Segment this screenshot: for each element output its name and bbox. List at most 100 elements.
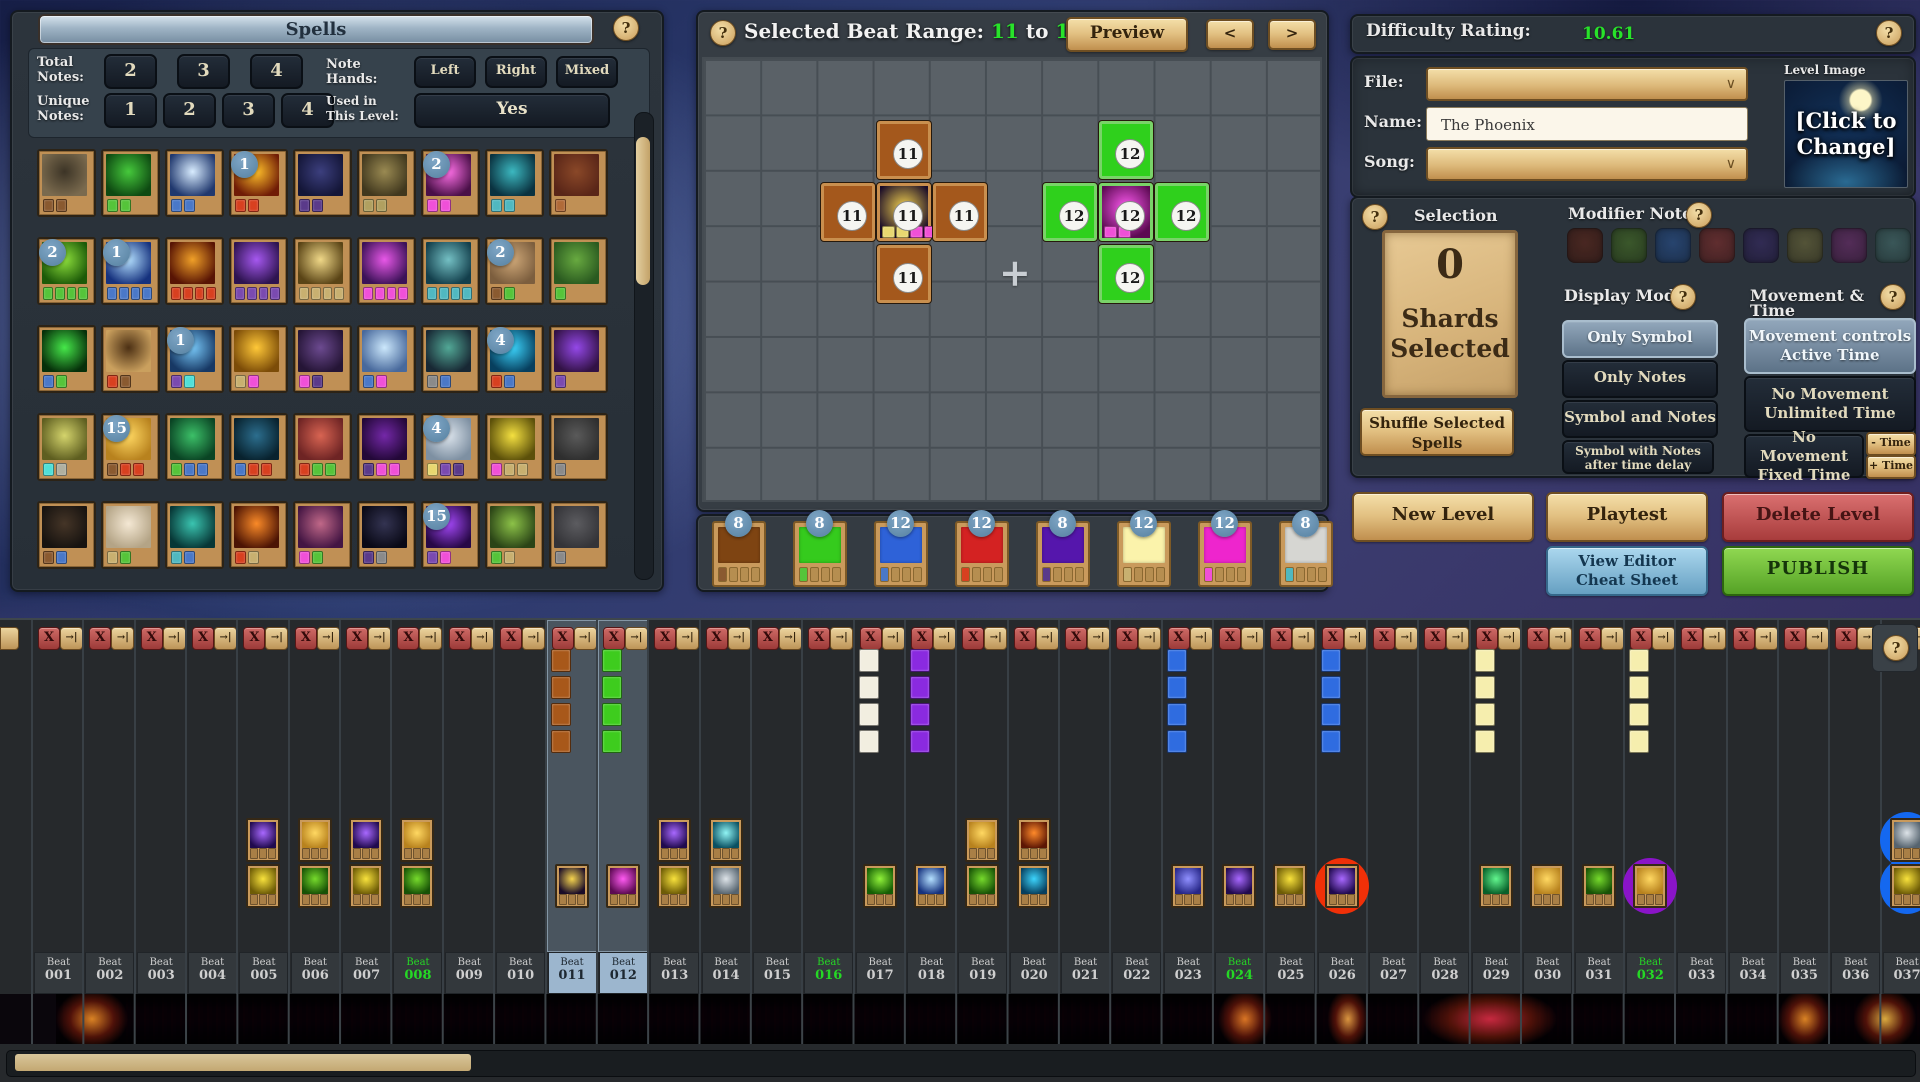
delete-beat-button[interactable]: X bbox=[1476, 627, 1498, 650]
beat-label[interactable]: Beat012 bbox=[599, 952, 648, 994]
note-square-cream[interactable] bbox=[1629, 649, 1649, 672]
spell-card[interactable] bbox=[421, 325, 480, 393]
green-gem-spell-icon[interactable] bbox=[1479, 864, 1513, 908]
spell-card[interactable] bbox=[165, 501, 224, 569]
time-minus-button[interactable]: - Time bbox=[1866, 432, 1916, 456]
green-monster-spell-icon[interactable] bbox=[965, 864, 999, 908]
delete-beat-button[interactable]: X bbox=[346, 627, 368, 650]
spell-card[interactable] bbox=[293, 325, 352, 393]
delete-beat-button[interactable]: X bbox=[397, 627, 419, 650]
time-plus-button[interactable]: + Time bbox=[1866, 455, 1916, 479]
note-square-brown[interactable] bbox=[551, 703, 571, 726]
red-chain-spell-icon[interactable] bbox=[1017, 818, 1051, 862]
spell-card[interactable] bbox=[37, 501, 96, 569]
skip-to-beat-button[interactable]: →| bbox=[882, 627, 905, 650]
beat-label[interactable]: Beat020 bbox=[1010, 952, 1059, 994]
help-icon[interactable]: ? bbox=[1362, 204, 1388, 230]
spell-card[interactable] bbox=[37, 413, 96, 481]
grid-note-brown[interactable]: 11 bbox=[933, 183, 987, 241]
delete-beat-button[interactable]: X bbox=[1630, 627, 1652, 650]
beat-label[interactable]: Beat017 bbox=[856, 952, 905, 994]
skip-to-beat-button[interactable]: →| bbox=[984, 627, 1007, 650]
spell-card[interactable] bbox=[549, 149, 608, 217]
note-square-purple[interactable] bbox=[910, 649, 930, 672]
delete-beat-button[interactable]: X bbox=[449, 627, 471, 650]
note-hands-option[interactable]: Mixed bbox=[556, 56, 618, 88]
note-square-purple[interactable] bbox=[910, 730, 930, 753]
delete-beat-button[interactable]: X bbox=[1065, 627, 1087, 650]
note-hands-option[interactable]: Left bbox=[414, 56, 476, 88]
yellow-guitar-spell-icon[interactable] bbox=[246, 864, 280, 908]
palette-note-card[interactable]: 8 bbox=[1279, 521, 1333, 587]
delete-beat-button[interactable]: X bbox=[706, 627, 728, 650]
note-square-cream[interactable] bbox=[1629, 730, 1649, 753]
spell-card[interactable]: 15 bbox=[101, 413, 160, 481]
gray-helmet-spell-icon[interactable] bbox=[709, 864, 743, 908]
palette-note-card[interactable]: 8 bbox=[712, 521, 766, 587]
skip-to-beat-button[interactable]: →| bbox=[1703, 627, 1726, 650]
note-square-white[interactable] bbox=[859, 676, 879, 699]
spell-card[interactable] bbox=[229, 325, 288, 393]
next-beat-button[interactable]: > bbox=[1268, 19, 1316, 50]
display-mode-button[interactable]: Only Symbol bbox=[1562, 320, 1718, 358]
beat-label[interactable]: Beat005 bbox=[239, 952, 288, 994]
delete-beat-button[interactable]: X bbox=[552, 627, 574, 650]
beat-label[interactable]: Beat004 bbox=[188, 952, 237, 994]
beat-label[interactable]: Beat011 bbox=[548, 952, 597, 994]
movement-time-button[interactable]: No MovementUnlimited Time bbox=[1744, 376, 1916, 432]
file-dropdown[interactable]: The Phoenix ∨ bbox=[1426, 67, 1748, 101]
skip-to-beat-button[interactable]: →| bbox=[1498, 627, 1521, 650]
note-square-blue[interactable] bbox=[1167, 730, 1187, 753]
palette-note-card[interactable]: 12 bbox=[874, 521, 928, 587]
gray-helmet-spell-icon[interactable] bbox=[1890, 818, 1920, 862]
spell-card[interactable] bbox=[229, 501, 288, 569]
delete-beat-button[interactable]: X bbox=[1219, 627, 1241, 650]
delete-beat-button[interactable]: X bbox=[1527, 627, 1549, 650]
beat-label[interactable]: Beat033 bbox=[1677, 952, 1726, 994]
total-notes-option[interactable]: 2 bbox=[104, 54, 157, 89]
beat-label[interactable]: Beat016 bbox=[804, 952, 853, 994]
help-icon[interactable]: ? bbox=[1883, 635, 1909, 661]
green-monster-spell-icon[interactable] bbox=[1582, 864, 1616, 908]
skip-to-beat-button[interactable]: →| bbox=[625, 627, 648, 650]
note-square-green[interactable] bbox=[602, 730, 622, 753]
previous-beat-button[interactable]: < bbox=[1206, 19, 1254, 50]
beat-label[interactable]: Beat037 bbox=[1883, 952, 1920, 994]
dark-bomb-spell-icon[interactable] bbox=[555, 864, 589, 908]
spell-card[interactable] bbox=[229, 237, 288, 305]
spell-card[interactable]: 2 bbox=[485, 237, 544, 305]
spell-card[interactable] bbox=[37, 325, 96, 393]
note-square-cream[interactable] bbox=[1475, 730, 1495, 753]
shield-spell-icon[interactable] bbox=[298, 818, 332, 862]
spell-card[interactable] bbox=[37, 149, 96, 217]
spell-card[interactable] bbox=[357, 149, 416, 217]
timeline-scrollbar[interactable] bbox=[6, 1050, 1916, 1077]
modifier-note-chip[interactable] bbox=[1787, 228, 1823, 263]
unique-notes-option[interactable]: 2 bbox=[163, 93, 216, 128]
beat-label[interactable]: Beat014 bbox=[702, 952, 751, 994]
used-in-level-toggle[interactable]: Yes bbox=[414, 93, 610, 128]
delete-beat-button[interactable]: X bbox=[1270, 627, 1292, 650]
delete-beat-button[interactable]: X bbox=[141, 627, 163, 650]
skip-to-beat-button[interactable]: →| bbox=[1344, 627, 1367, 650]
spell-card[interactable] bbox=[357, 237, 416, 305]
spell-card[interactable] bbox=[549, 413, 608, 481]
note-square-blue[interactable] bbox=[1321, 649, 1341, 672]
shield-spell-icon[interactable] bbox=[400, 818, 434, 862]
spell-card[interactable] bbox=[485, 149, 544, 217]
delete-beat-button[interactable]: X bbox=[192, 627, 214, 650]
beat-label[interactable]: Beat024 bbox=[1215, 952, 1264, 994]
palette-note-card[interactable]: 8 bbox=[1036, 521, 1090, 587]
help-icon[interactable]: ? bbox=[613, 15, 639, 41]
purple-slash-spell-icon[interactable] bbox=[349, 818, 383, 862]
grid-note-green[interactable]: 12 bbox=[1099, 121, 1153, 179]
delete-beat-button[interactable]: X bbox=[1014, 627, 1036, 650]
delete-beat-button[interactable]: X bbox=[1373, 627, 1395, 650]
note-square-white[interactable] bbox=[859, 730, 879, 753]
delete-beat-button[interactable]: X bbox=[500, 627, 522, 650]
delete-beat-button[interactable]: X bbox=[1733, 627, 1755, 650]
note-square-green[interactable] bbox=[602, 703, 622, 726]
skip-to-beat-button[interactable]: →| bbox=[1549, 627, 1572, 650]
spell-card[interactable]: 2 bbox=[421, 149, 480, 217]
skip-to-beat-button[interactable]: →| bbox=[1446, 627, 1469, 650]
